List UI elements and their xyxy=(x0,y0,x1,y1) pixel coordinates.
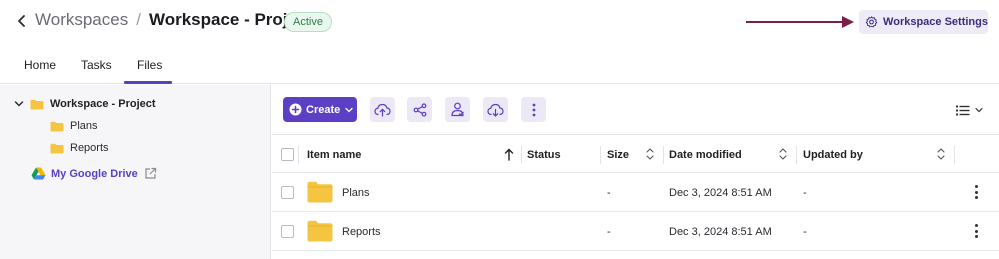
select-all-checkbox[interactable] xyxy=(281,148,294,161)
google-drive-icon xyxy=(31,167,46,180)
files-table: Item name Status Size Date modified Upda… xyxy=(272,136,999,259)
tab-bar: Home Tasks Files xyxy=(0,44,999,84)
create-button-label: Create xyxy=(306,103,341,116)
column-header-size[interactable]: Size xyxy=(607,136,629,173)
user-access-icon xyxy=(451,102,464,117)
item-size: - xyxy=(607,186,611,199)
row-more-icon[interactable] xyxy=(972,184,980,200)
more-vertical-icon xyxy=(532,103,535,116)
item-date-modified: Dec 3, 2024 8:51 AM xyxy=(669,225,772,238)
status-badge: Active xyxy=(284,12,332,32)
files-toolbar: Create xyxy=(272,85,999,135)
breadcrumb: Workspaces / Workspace - Project xyxy=(35,10,312,30)
workspace-settings-button[interactable]: Workspace Settings xyxy=(859,10,988,34)
column-header-updated-by[interactable]: Updated by xyxy=(803,136,863,173)
sort-icon[interactable] xyxy=(779,147,787,161)
sort-icon[interactable] xyxy=(937,147,945,161)
gear-icon xyxy=(865,16,878,28)
workspace-settings-label: Workspace Settings xyxy=(883,16,988,28)
google-drive-link[interactable]: My Google Drive xyxy=(31,167,157,180)
tab-files[interactable]: Files xyxy=(137,58,162,72)
item-updated-by: - xyxy=(803,186,807,199)
folder-icon xyxy=(50,121,64,131)
column-divider xyxy=(521,146,522,164)
download-button[interactable] xyxy=(483,97,508,122)
item-name[interactable]: Reports xyxy=(342,212,381,251)
active-tab-indicator xyxy=(124,81,172,84)
chevron-down-icon xyxy=(975,107,983,113)
tree-item-label: Workspace - Project xyxy=(50,98,156,110)
tree-item-workspace-project[interactable]: Workspace - Project xyxy=(14,98,156,110)
item-updated-by: - xyxy=(803,225,807,238)
tab-home[interactable]: Home xyxy=(24,58,56,72)
column-divider xyxy=(663,146,664,164)
row-checkbox[interactable] xyxy=(281,225,294,238)
arrow-up-icon[interactable] xyxy=(504,148,514,161)
tree-item-plans[interactable]: Plans xyxy=(50,120,98,132)
table-row[interactable]: Plans - Dec 3, 2024 8:51 AM - xyxy=(272,173,999,212)
annotation-arrow-icon xyxy=(746,16,854,28)
cloud-upload-icon xyxy=(374,103,391,117)
cloud-download-icon xyxy=(487,103,504,117)
column-divider xyxy=(298,146,299,164)
create-button[interactable]: Create xyxy=(283,97,357,122)
share-icon xyxy=(413,102,426,117)
list-view-icon xyxy=(956,105,970,115)
table-header: Item name Status Size Date modified Upda… xyxy=(272,136,999,173)
folder-tree-sidebar: Workspace - Project Plans Reports My Goo… xyxy=(0,85,271,259)
tab-tasks[interactable]: Tasks xyxy=(81,58,112,72)
column-divider xyxy=(796,146,797,164)
column-header-item-name[interactable]: Item name xyxy=(307,136,361,173)
column-header-date-modified[interactable]: Date modified xyxy=(669,136,742,173)
external-link-icon xyxy=(145,167,156,179)
manage-access-button[interactable] xyxy=(445,97,470,122)
folder-icon xyxy=(307,220,333,242)
more-actions-button[interactable] xyxy=(521,97,546,122)
sort-icon[interactable] xyxy=(646,147,654,161)
chevron-left-icon xyxy=(18,15,25,27)
column-divider xyxy=(954,146,955,164)
breadcrumb-workspaces-link[interactable]: Workspaces xyxy=(35,10,128,30)
table-row[interactable]: Reports - Dec 3, 2024 8:51 AM - xyxy=(272,212,999,251)
tree-item-reports[interactable]: Reports xyxy=(50,142,109,154)
folder-icon xyxy=(307,181,333,203)
header: Workspaces / Workspace - Project Active … xyxy=(0,0,999,44)
tree-item-label: Plans xyxy=(70,120,98,132)
upload-button[interactable] xyxy=(370,97,395,122)
google-drive-label: My Google Drive xyxy=(51,167,138,180)
item-date-modified: Dec 3, 2024 8:51 AM xyxy=(669,186,772,199)
row-checkbox[interactable] xyxy=(281,186,294,199)
tree-item-label: Reports xyxy=(70,142,109,154)
plus-circle-icon xyxy=(289,103,302,116)
view-toggle-button[interactable] xyxy=(956,101,986,119)
item-size: - xyxy=(607,225,611,238)
folder-icon xyxy=(50,143,64,153)
column-divider xyxy=(600,146,601,164)
back-button[interactable] xyxy=(14,11,30,31)
item-name[interactable]: Plans xyxy=(342,173,370,212)
row-more-icon[interactable] xyxy=(972,223,980,239)
share-button[interactable] xyxy=(407,97,432,122)
chevron-down-icon xyxy=(345,107,353,112)
column-header-status[interactable]: Status xyxy=(527,136,561,173)
chevron-down-icon[interactable] xyxy=(14,100,24,108)
folder-icon xyxy=(30,99,44,109)
breadcrumb-separator: / xyxy=(136,10,141,29)
